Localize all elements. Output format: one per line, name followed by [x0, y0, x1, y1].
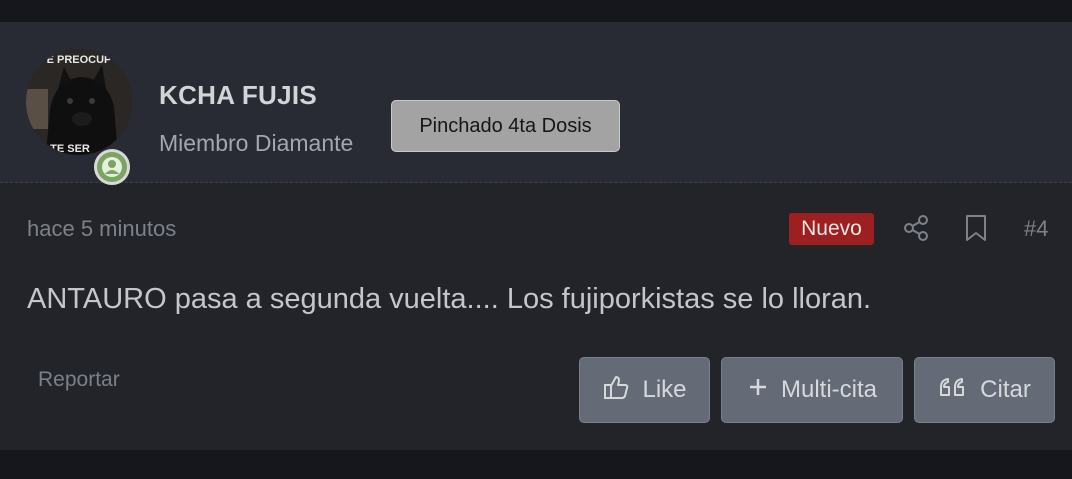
report-link[interactable]: Reportar: [38, 368, 120, 392]
post-number[interactable]: #4: [1024, 216, 1048, 242]
forum-post: E PREOCUP TE SER KCHA FUJIS Miembro Diam…: [0, 22, 1072, 450]
share-icon[interactable]: [902, 213, 932, 248]
avatar[interactable]: E PREOCUP TE SER: [26, 49, 132, 155]
post-timestamp[interactable]: hace 5 minutos: [27, 216, 176, 242]
new-badge: Nuevo: [789, 213, 874, 245]
top-bar: [0, 0, 1072, 22]
user-banner: Pinchado 4ta Dosis: [391, 100, 620, 152]
like-button[interactable]: Like: [579, 357, 710, 423]
avatar-image: E PREOCUP TE SER: [26, 49, 132, 155]
multi-quote-button[interactable]: Multi-cita: [721, 357, 903, 423]
multi-quote-label: Multi-cita: [780, 376, 877, 403]
like-label: Like: [642, 376, 687, 403]
quote-icon: [938, 375, 968, 406]
user-online-icon: [94, 149, 130, 185]
avatar-caption-bottom: TE SER: [50, 143, 90, 155]
user-title: Miembro Diamante: [159, 130, 354, 156]
quote-button[interactable]: Citar: [914, 357, 1055, 423]
bottom-bar: [0, 450, 1072, 479]
bookmark-icon[interactable]: [962, 213, 990, 248]
post-user-header: E PREOCUP TE SER KCHA FUJIS Miembro Diam…: [0, 22, 1072, 185]
plus-icon: [747, 376, 769, 405]
quote-label: Citar: [980, 376, 1031, 403]
username[interactable]: KCHA FUJIS: [159, 80, 317, 111]
post-message: ANTAURO pasa a segunda vuelta.... Los fu…: [27, 283, 872, 315]
avatar-container: E PREOCUP TE SER: [26, 49, 132, 185]
avatar-caption-top: E PREOCUP: [47, 54, 112, 66]
thumbs-up-icon: [602, 373, 630, 408]
